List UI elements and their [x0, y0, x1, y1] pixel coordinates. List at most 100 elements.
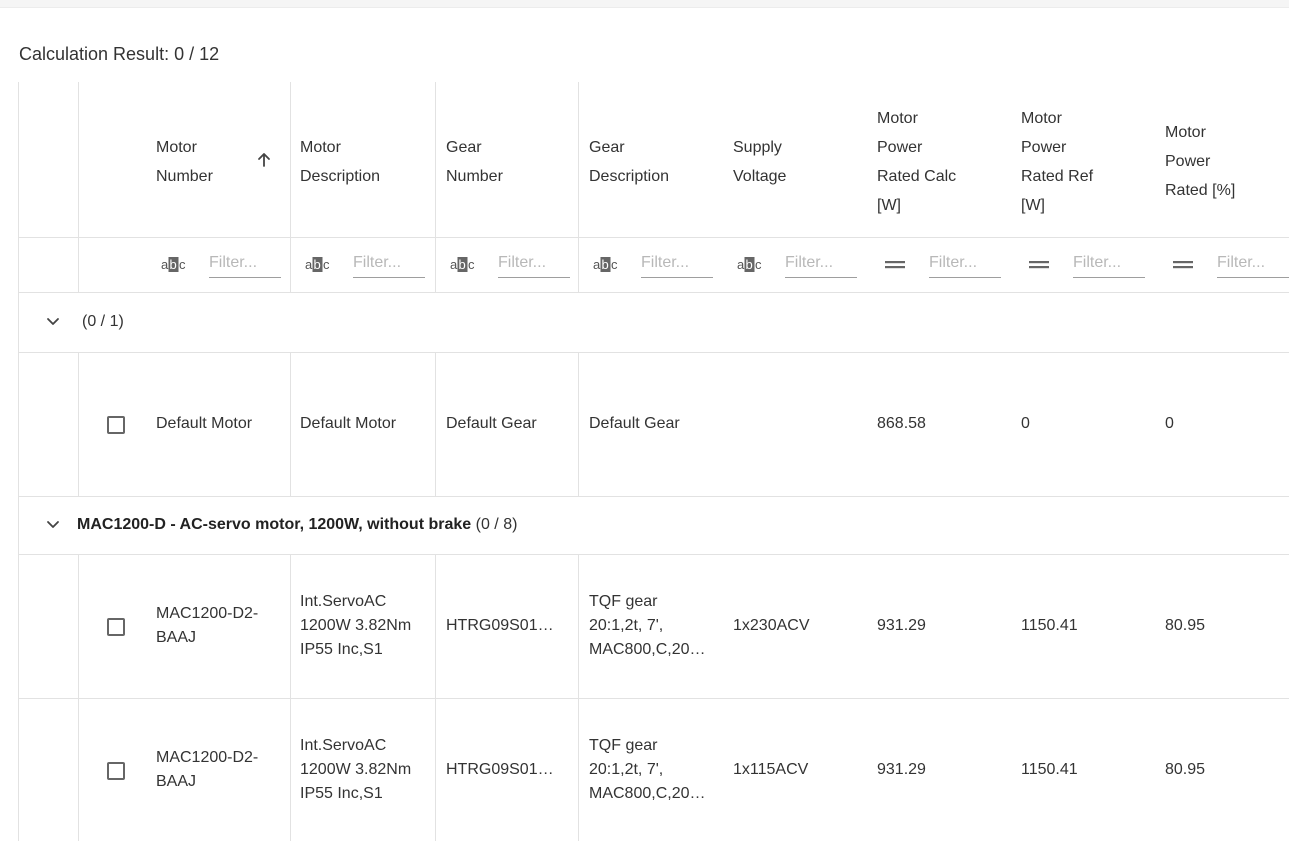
- column-header-label: Motor: [300, 138, 341, 156]
- cell-line: Default Motor: [300, 415, 397, 432]
- column-header-label: Number: [156, 167, 213, 185]
- column-header-motor-number[interactable]: Motor Number: [156, 133, 266, 191]
- abc-text-icon[interactable]: abc: [449, 255, 477, 275]
- column-header-label: Number: [446, 167, 503, 185]
- cell-line: BAAJ: [156, 629, 197, 646]
- row-checkbox[interactable]: [107, 762, 125, 780]
- cell-gear-number: Default Gear: [446, 412, 576, 436]
- row-divider: [19, 496, 1289, 497]
- cell-line: 1200W 3.82Nm: [300, 761, 412, 778]
- cell-line: Default Motor: [156, 415, 253, 432]
- cell-line: 1150.41: [1021, 761, 1078, 778]
- equals-icon[interactable]: [1172, 255, 1194, 275]
- column-header-label: Gear: [589, 138, 625, 156]
- column-header-label: Motor: [1021, 109, 1062, 127]
- svg-text:a: a: [161, 257, 169, 272]
- cell-line: 0: [1021, 415, 1030, 432]
- svg-text:a: a: [737, 257, 745, 272]
- column-header-gear-description[interactable]: Gear Description: [589, 133, 714, 191]
- cell-gear-description: TQF gear 20:1,2t, 7', MAC800,C,20…: [589, 734, 724, 806]
- chevron-down-icon[interactable]: [45, 517, 61, 533]
- result-label: Calculation Result:: [19, 44, 170, 64]
- group-count: (0 / 1): [82, 313, 124, 330]
- column-header-motor-power-rated-calc[interactable]: Motor Power Rated Calc [W]: [877, 104, 1002, 220]
- group-count: (0 / 8): [475, 516, 518, 533]
- svg-text:b: b: [314, 257, 321, 272]
- svg-text:a: a: [593, 257, 601, 272]
- cell-line: Default Gear: [589, 415, 680, 432]
- cell-line: 868.58: [877, 415, 926, 432]
- svg-text:c: c: [611, 257, 618, 272]
- filter-input-motor-power-rated-calc[interactable]: [929, 249, 1001, 278]
- cell-gear-description: TQF gear 20:1,2t, 7', MAC800,C,20…: [589, 590, 724, 662]
- cell-gear-number: HTRG09S01…: [446, 758, 576, 782]
- abc-text-icon[interactable]: abc: [304, 255, 332, 275]
- abc-text-icon[interactable]: abc: [160, 255, 188, 275]
- equals-icon[interactable]: [884, 255, 906, 275]
- cell-motor-power-rated-ref: 0: [1021, 412, 1156, 436]
- cell-motor-number: MAC1200-D2- BAAJ: [156, 602, 276, 650]
- row-divider: [19, 292, 1289, 293]
- cell-line: 0: [1165, 415, 1174, 432]
- row-divider: [19, 352, 1289, 353]
- svg-text:c: c: [179, 257, 186, 272]
- column-header-label: Gear: [446, 138, 482, 156]
- column-header-label: Motor: [1165, 124, 1206, 141]
- column-header-motor-power-rated-ref[interactable]: Motor Power Rated Ref [W]: [1021, 104, 1146, 220]
- group-header-label: MAC1200-D - AC-servo motor, 1200W, witho…: [77, 515, 517, 535]
- svg-text:a: a: [305, 257, 313, 272]
- abc-text-icon[interactable]: abc: [592, 255, 620, 275]
- cell-line: Int.ServoAC: [300, 737, 387, 754]
- cell-motor-power-rated-pct: 80.95: [1165, 614, 1289, 638]
- calculation-result-title: Calculation Result: 0 / 12: [19, 43, 219, 65]
- filter-input-motor-number[interactable]: [209, 249, 281, 278]
- svg-text:c: c: [468, 257, 475, 272]
- row-checkbox[interactable]: [107, 618, 125, 636]
- cell-line: 931.29: [877, 761, 926, 778]
- cell-line: MAC1200-D2-: [156, 605, 259, 622]
- filter-input-gear-number[interactable]: [498, 249, 570, 278]
- column-header-motor-power-rated-pct[interactable]: Motor Power Rated [%]: [1165, 118, 1289, 205]
- cell-line: 80.95: [1165, 617, 1206, 634]
- equals-icon[interactable]: [1028, 255, 1050, 275]
- cell-motor-power-rated-pct: 80.95: [1165, 758, 1289, 782]
- cell-line: 80.95: [1165, 761, 1206, 778]
- result-value: 0 / 12: [174, 44, 220, 64]
- cell-line: 1x230ACV: [733, 617, 810, 634]
- abc-text-icon[interactable]: abc: [736, 255, 764, 275]
- column-divider: [290, 82, 291, 292]
- column-divider: [435, 82, 436, 292]
- row-divider: [19, 554, 1289, 555]
- chevron-down-icon[interactable]: [45, 314, 61, 330]
- cell-motor-power-rated-ref: 1150.41: [1021, 758, 1156, 782]
- row-checkbox[interactable]: [107, 416, 125, 434]
- column-header-motor-description[interactable]: Motor Description: [300, 133, 420, 191]
- cell-line: Default Gear: [446, 415, 537, 432]
- cell-line: 20:1,2t, 7',: [589, 761, 664, 778]
- filter-input-motor-power-rated-pct[interactable]: [1217, 249, 1289, 278]
- column-header-supply-voltage[interactable]: Supply Voltage: [733, 133, 858, 191]
- row-divider: [19, 698, 1289, 699]
- filter-input-supply-voltage[interactable]: [785, 249, 857, 278]
- filter-input-gear-description[interactable]: [641, 249, 713, 278]
- column-header-label: Rated [%]: [1165, 182, 1236, 199]
- column-header-label: Power: [1021, 138, 1067, 156]
- cell-line: MAC800,C,20…: [589, 641, 706, 658]
- filter-input-motor-power-rated-ref[interactable]: [1073, 249, 1145, 278]
- cell-line: IP55 Inc,S1: [300, 641, 383, 658]
- cell-line: 20:1,2t, 7',: [589, 617, 664, 634]
- cell-line: 1200W 3.82Nm: [300, 617, 412, 634]
- cell-line: IP55 Inc,S1: [300, 785, 383, 802]
- row-divider: [19, 237, 1289, 238]
- svg-text:b: b: [459, 257, 466, 272]
- cell-line: 1150.41: [1021, 617, 1078, 634]
- cell-line: Int.ServoAC: [300, 593, 387, 610]
- sort-ascending-arrow-icon[interactable]: [256, 152, 272, 168]
- cell-motor-power-rated-ref: 1150.41: [1021, 614, 1156, 638]
- column-header-gear-number[interactable]: Gear Number: [446, 133, 566, 191]
- filter-input-motor-description[interactable]: [353, 249, 425, 278]
- column-header-label: Supply: [733, 138, 782, 156]
- svg-text:b: b: [170, 257, 177, 272]
- cell-line: TQF gear: [589, 737, 658, 754]
- cell-motor-description: Default Motor: [300, 412, 430, 436]
